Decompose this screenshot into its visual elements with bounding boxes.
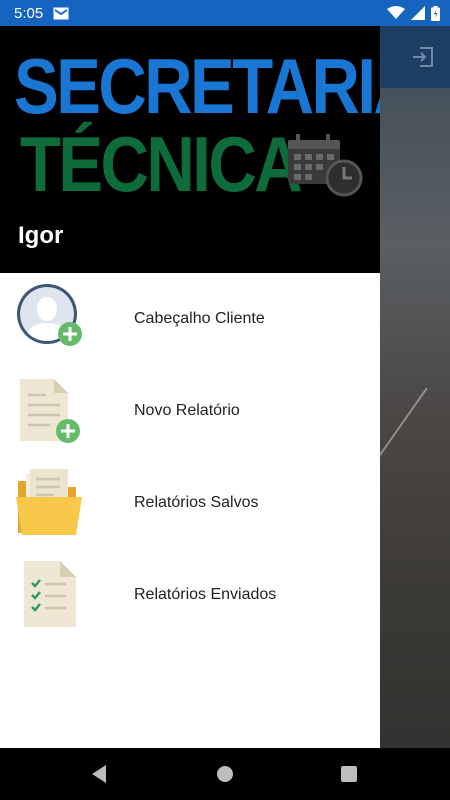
- back-icon[interactable]: [90, 764, 108, 784]
- menu-item-novo-relatorio[interactable]: Novo Relatório: [0, 365, 380, 457]
- menu-item-relatorios-enviados[interactable]: Relatórios Enviados: [0, 549, 380, 641]
- menu-item-relatorios-salvos[interactable]: Relatórios Salvos: [0, 457, 380, 549]
- mail-icon: [53, 7, 69, 19]
- logo-line2: TÉCNICA: [20, 120, 303, 208]
- menu-item-cabecalho-cliente[interactable]: Cabeçalho Cliente: [0, 273, 380, 365]
- user-name: Igor: [18, 222, 64, 249]
- sent-reports-checklist-icon: [24, 561, 76, 627]
- menu-item-label: Novo Relatório: [134, 402, 240, 419]
- recents-icon[interactable]: [341, 766, 357, 782]
- navigation-drawer: SECRETARIA TÉCNICA Igor Cabeçalho Client…: [0, 26, 380, 748]
- add-client-icon: [17, 284, 82, 346]
- battery-icon: [431, 5, 440, 21]
- status-time: 5:05: [14, 4, 44, 22]
- new-report-icon: [20, 379, 80, 443]
- menu-item-label: Cabeçalho Cliente: [134, 310, 265, 327]
- drawer-menu: Cabeçalho Cliente Novo Relatório Relatór…: [0, 273, 380, 641]
- wifi-icon: [387, 6, 405, 19]
- exit-icon[interactable]: [410, 44, 436, 70]
- calendar-clock-icon: [288, 134, 363, 197]
- home-icon[interactable]: [217, 766, 233, 782]
- saved-reports-folder-icon: [16, 469, 82, 535]
- status-bar: 5:05: [0, 0, 450, 26]
- signal-icon: [411, 6, 425, 20]
- logo-line1: SECRETARIA: [14, 42, 380, 130]
- menu-item-label: Relatórios Salvos: [134, 494, 259, 511]
- background-content[interactable]: [380, 26, 450, 748]
- drawer-header: SECRETARIA TÉCNICA Igor: [0, 26, 380, 273]
- menu-item-label: Relatórios Enviados: [134, 586, 277, 603]
